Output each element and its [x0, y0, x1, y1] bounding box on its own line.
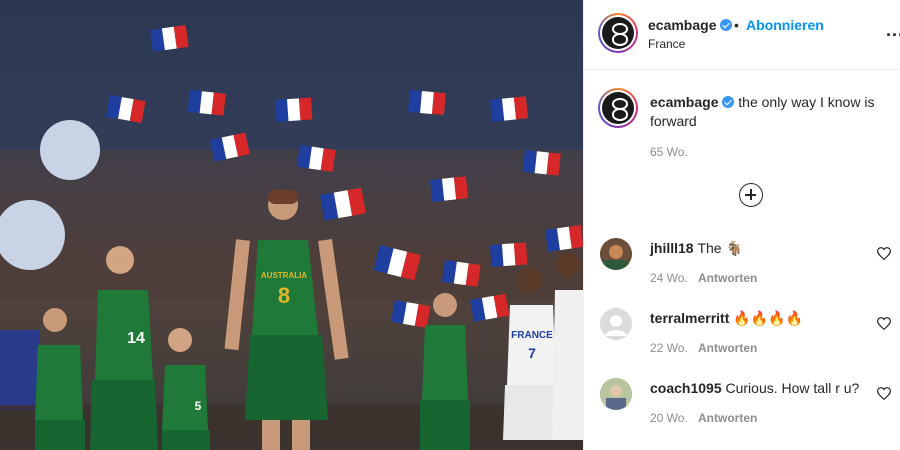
- jersey-number: 7: [528, 345, 536, 361]
- player-number-5: 5: [162, 328, 210, 450]
- follow-button[interactable]: Abonnieren: [746, 17, 824, 33]
- header-separator: •: [734, 17, 739, 33]
- comment-timestamp[interactable]: 22 Wo.: [650, 341, 688, 355]
- verified-badge-icon: [720, 19, 733, 31]
- comment-username-text[interactable]: coach1095: [650, 380, 722, 396]
- post-caption: ecambage the only way I know is forward: [650, 93, 890, 131]
- comment-username: coach1095 Curious. How tall r u?: [650, 380, 859, 396]
- comment-username: jhilll18 The 🐐: [650, 240, 743, 257]
- comment-username: terralmerritt 🔥🔥🔥🔥: [650, 310, 803, 327]
- comment-avatar[interactable]: [600, 378, 632, 410]
- like-comment-icon[interactable]: [877, 387, 891, 400]
- reply-button[interactable]: Antworten: [698, 411, 757, 425]
- comment-timestamp[interactable]: 20 Wo.: [650, 411, 688, 425]
- reply-button[interactable]: Antworten: [698, 341, 757, 355]
- avatar-image: [600, 238, 632, 270]
- photo-illustration: 8 AUSTRALIA 14 5 FRANCE 7: [0, 0, 583, 450]
- jersey-team: FRANCE: [511, 330, 553, 341]
- instagram-post: 8 AUSTRALIA 14 5 FRANCE 7 ecambage • Abo…: [0, 0, 900, 450]
- caption-username[interactable]: ecambage: [650, 94, 718, 110]
- author-avatar[interactable]: [598, 13, 638, 53]
- post-side-panel: ecambage • Abonnieren France ... ecambag…: [583, 0, 900, 450]
- comment-text: The 🐐: [697, 240, 743, 256]
- jersey-number: 14: [127, 330, 145, 347]
- jersey-team: AUSTRALIA: [261, 271, 307, 280]
- comment-text: 🔥🔥🔥🔥: [733, 310, 803, 326]
- post-location[interactable]: France: [648, 37, 685, 51]
- reply-button[interactable]: Antworten: [698, 271, 757, 285]
- comment-timestamp[interactable]: 24 Wo.: [650, 271, 688, 285]
- caption-avatar[interactable]: [598, 88, 638, 128]
- verified-badge-icon: [722, 96, 735, 108]
- comment-username-text[interactable]: terralmerritt: [650, 310, 729, 326]
- caption-timestamp[interactable]: 65 Wo.: [650, 145, 688, 159]
- player-left-edge: [35, 308, 85, 450]
- comment-text: Curious. How tall r u?: [725, 380, 860, 396]
- default-avatar-icon: [600, 308, 632, 340]
- more-options-icon[interactable]: ...: [886, 20, 900, 41]
- comment-username-text[interactable]: jhilll18: [650, 240, 694, 256]
- author-username-text[interactable]: ecambage: [648, 17, 716, 33]
- comment-avatar[interactable]: [600, 308, 632, 340]
- like-comment-icon[interactable]: [877, 317, 891, 330]
- load-more-comments-icon[interactable]: [739, 183, 763, 207]
- post-photo[interactable]: 8 AUSTRALIA 14 5 FRANCE 7: [0, 0, 583, 450]
- jersey-number: 5: [195, 399, 202, 413]
- like-comment-icon[interactable]: [877, 247, 891, 260]
- avatar-image: [600, 378, 632, 410]
- author-username[interactable]: ecambage: [648, 17, 733, 33]
- post-header: ecambage • Abonnieren France ...: [584, 0, 900, 70]
- comment-avatar[interactable]: [600, 238, 632, 270]
- jersey-number: 8: [278, 283, 290, 308]
